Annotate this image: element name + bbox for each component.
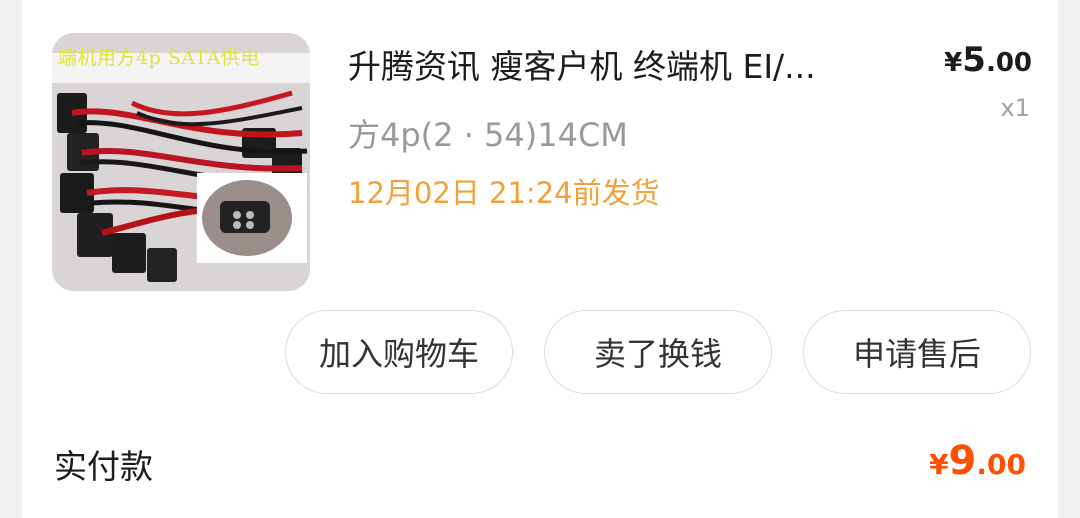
paid-decimal: .00	[976, 448, 1026, 481]
paid-symbol: ¥	[929, 448, 949, 481]
product-title[interactable]: 升腾资讯 瘦客户机 终端机 EI/...	[348, 40, 918, 88]
paid-label: 实付款	[54, 447, 153, 486]
quantity: x1	[1000, 94, 1030, 122]
after-sales-button[interactable]: 申请售后	[803, 310, 1031, 394]
price-decimal: .00	[985, 48, 1032, 78]
product-thumbnail-icon	[52, 33, 310, 291]
ship-time: 12月02日 21:24前发货	[348, 176, 660, 210]
price-integer: 5	[962, 40, 986, 80]
resell-button[interactable]: 卖了换钱	[544, 310, 772, 394]
product-thumbnail[interactable]: 端机用方4p SATA供电	[52, 33, 310, 291]
paid-amount: ¥9.00	[929, 438, 1026, 484]
product-spec: 方4p(2 · 54)14CM	[348, 116, 628, 154]
add-to-cart-button[interactable]: 加入购物车	[285, 310, 513, 394]
unit-price: ¥5.00	[944, 40, 1032, 80]
thumbnail-caption: 端机用方4p SATA供电	[58, 47, 260, 69]
price-symbol: ¥	[944, 48, 963, 78]
paid-integer: 9	[948, 438, 977, 484]
order-item-card: 端机用方4p SATA供电 升腾资讯 瘦客户机 终端机 EI/... ¥5.00…	[22, 0, 1058, 518]
